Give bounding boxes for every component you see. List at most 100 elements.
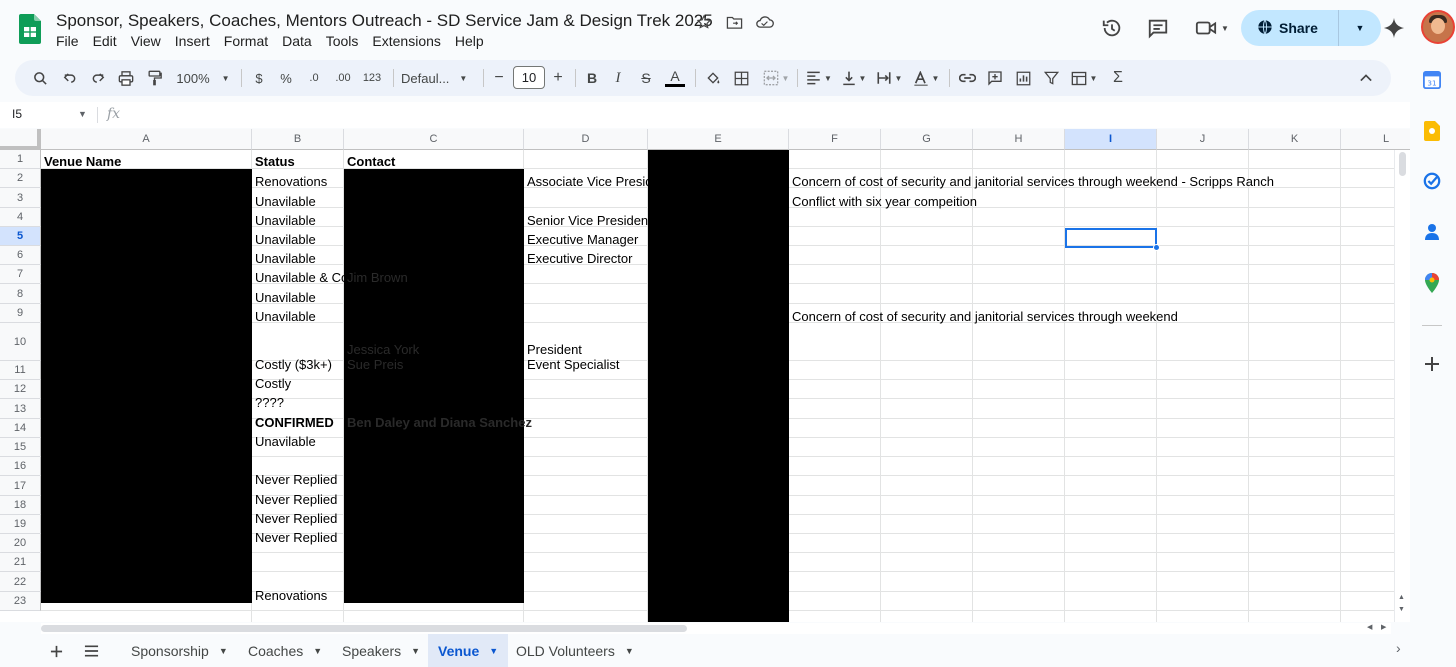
decrease-font-size-button[interactable]: − bbox=[489, 60, 509, 96]
zoom-select[interactable]: 100% ▼ bbox=[173, 60, 233, 96]
sheet-tab-venue[interactable]: Venue ▼ bbox=[428, 634, 509, 667]
scroll-up-arrow-icon[interactable]: ▲ bbox=[1398, 594, 1405, 601]
cell-b6[interactable]: Unavilable bbox=[252, 251, 316, 266]
filter-icon[interactable] bbox=[1039, 60, 1063, 96]
column-header-g[interactable]: G bbox=[881, 129, 973, 150]
row-header-19[interactable]: 19 bbox=[0, 515, 41, 534]
tasks-icon[interactable] bbox=[1421, 170, 1443, 192]
column-header-k[interactable]: K bbox=[1249, 129, 1341, 150]
italic-button[interactable]: I bbox=[607, 60, 629, 96]
cell-a1[interactable]: Venue Name bbox=[41, 154, 121, 169]
cell-f2[interactable]: Concern of cost of security and janitori… bbox=[789, 174, 1274, 189]
cell-b12[interactable]: ???? bbox=[252, 395, 284, 410]
cell-f9[interactable]: Concern of cost of security and janitori… bbox=[789, 309, 1178, 324]
column-header-d[interactable]: D bbox=[524, 129, 648, 150]
row-header-18[interactable]: 18 bbox=[0, 496, 41, 515]
horizontal-align-icon[interactable]: ▼ bbox=[803, 60, 835, 96]
row-header-21[interactable]: 21 bbox=[0, 553, 41, 572]
row-header-14[interactable]: 14 bbox=[0, 419, 41, 438]
cell-b22[interactable]: Renovations bbox=[252, 588, 327, 603]
spreadsheet-grid[interactable]: A B C D E F G H I J K L 1 2 3 4 5 6 7 8 9 10 11 12 1… bbox=[0, 129, 1410, 622]
maps-icon[interactable] bbox=[1421, 272, 1443, 294]
insert-chart-icon[interactable] bbox=[1011, 60, 1035, 96]
share-button[interactable]: Share ▼ bbox=[1241, 10, 1381, 46]
history-icon[interactable] bbox=[1100, 16, 1124, 40]
increase-font-size-button[interactable]: + bbox=[548, 60, 568, 96]
menu-view[interactable]: View bbox=[131, 33, 167, 49]
column-header-l[interactable]: L bbox=[1341, 129, 1410, 150]
calendar-icon[interactable]: 31 bbox=[1421, 69, 1443, 91]
sheet-tab-speakers[interactable]: Speakers ▼ bbox=[342, 634, 420, 667]
row-header-16[interactable]: 16 bbox=[0, 457, 41, 476]
paint-format-icon[interactable] bbox=[143, 60, 165, 96]
add-sheet-icon[interactable] bbox=[44, 640, 68, 662]
undo-icon[interactable] bbox=[59, 60, 81, 96]
currency-format-button[interactable]: $ bbox=[249, 60, 269, 96]
fill-color-icon[interactable] bbox=[701, 60, 725, 96]
row-header-1[interactable]: 1 bbox=[0, 150, 41, 169]
row-header-3[interactable]: 3 bbox=[0, 188, 41, 208]
column-header-c[interactable]: C bbox=[344, 129, 524, 150]
avatar[interactable] bbox=[1421, 10, 1455, 44]
add-icon[interactable] bbox=[1421, 353, 1443, 375]
row-header-9[interactable]: 9 bbox=[0, 304, 41, 323]
scroll-down-arrow-icon[interactable]: ▼ bbox=[1398, 606, 1405, 613]
cell-b16[interactable]: Never Replied bbox=[252, 472, 337, 487]
cell-c7[interactable]: Jim Brown bbox=[344, 270, 408, 285]
percent-format-button[interactable]: % bbox=[276, 60, 296, 96]
video-call-icon[interactable]: ▼ bbox=[1192, 16, 1232, 40]
text-wrapping-icon[interactable]: ▼ bbox=[873, 60, 905, 96]
active-cell-selection[interactable] bbox=[1065, 228, 1157, 248]
text-rotation-icon[interactable]: ▼ bbox=[909, 60, 943, 96]
row-header-4[interactable]: 4 bbox=[0, 208, 41, 227]
column-header-j[interactable]: J bbox=[1157, 129, 1249, 150]
column-header-h[interactable]: H bbox=[973, 129, 1065, 150]
menu-data[interactable]: Data bbox=[282, 33, 318, 49]
gemini-icon[interactable] bbox=[1382, 16, 1406, 40]
search-menus-icon[interactable] bbox=[29, 60, 51, 96]
font-family-select[interactable]: Defaul... ▼ bbox=[401, 60, 475, 96]
vertical-align-icon[interactable]: ▼ bbox=[839, 60, 869, 96]
cell-b2[interactable]: Renovations bbox=[252, 174, 327, 189]
row-header-17[interactable]: 17 bbox=[0, 476, 41, 496]
font-size-input[interactable]: 10 bbox=[513, 66, 545, 89]
decrease-decimal-button[interactable]: .0 bbox=[302, 60, 326, 96]
chevron-down-icon[interactable]: ▼ bbox=[78, 109, 87, 119]
strikethrough-button[interactable]: S bbox=[635, 60, 657, 96]
cell-b11[interactable]: Costly bbox=[252, 376, 291, 391]
row-header-2[interactable]: 2 bbox=[0, 169, 41, 188]
merge-cells-icon[interactable]: ▼ bbox=[759, 60, 793, 96]
cell-b14[interactable]: Unavilable bbox=[252, 434, 316, 449]
row-header-23[interactable]: 23 bbox=[0, 592, 41, 611]
row-header-5[interactable]: 5 bbox=[0, 227, 41, 246]
column-header-f[interactable]: F bbox=[789, 129, 881, 150]
cell-b10[interactable]: Costly ($3k+) bbox=[252, 357, 332, 372]
cell-b13[interactable]: CONFIRMED bbox=[252, 415, 334, 430]
sheet-tab-coaches[interactable]: Coaches ▼ bbox=[248, 634, 322, 667]
filter-views-icon[interactable]: ▼ bbox=[1067, 60, 1101, 96]
redo-icon[interactable] bbox=[87, 60, 109, 96]
sheet-tab-old-volunteers[interactable]: OLD Volunteers ▼ bbox=[516, 634, 634, 667]
row-header-8[interactable]: 8 bbox=[0, 284, 41, 304]
functions-button[interactable]: Σ bbox=[1107, 60, 1129, 96]
cell-b1[interactable]: Status bbox=[252, 154, 295, 169]
keep-icon[interactable] bbox=[1421, 120, 1443, 142]
cell-b7[interactable]: Unavilable & Co bbox=[252, 270, 344, 285]
cell-c10[interactable]: Jessica York Sue Preis bbox=[344, 342, 419, 372]
contacts-icon[interactable] bbox=[1421, 221, 1443, 243]
row-header-15[interactable]: 15 bbox=[0, 438, 41, 457]
cell-b18[interactable]: Never Replied bbox=[252, 511, 337, 526]
share-dropdown-icon[interactable]: ▼ bbox=[1339, 23, 1381, 33]
insert-link-icon[interactable] bbox=[955, 60, 979, 96]
scroll-left-arrow-icon[interactable]: ◀ bbox=[1367, 623, 1372, 631]
cell-d6[interactable]: Executive Director bbox=[524, 251, 632, 266]
row-header-13[interactable]: 13 bbox=[0, 399, 41, 419]
row-header-12[interactable]: 12 bbox=[0, 380, 41, 399]
cell-b3[interactable]: Unavilable bbox=[252, 194, 316, 209]
all-sheets-menu-icon[interactable] bbox=[79, 640, 103, 662]
row-header-6[interactable]: 6 bbox=[0, 246, 41, 265]
cell-b9[interactable]: Unavilable bbox=[252, 309, 316, 324]
sheet-tab-sponsorship[interactable]: Sponsorship ▼ bbox=[131, 634, 228, 667]
column-header-b[interactable]: B bbox=[252, 129, 344, 150]
fill-handle[interactable] bbox=[1153, 244, 1160, 251]
